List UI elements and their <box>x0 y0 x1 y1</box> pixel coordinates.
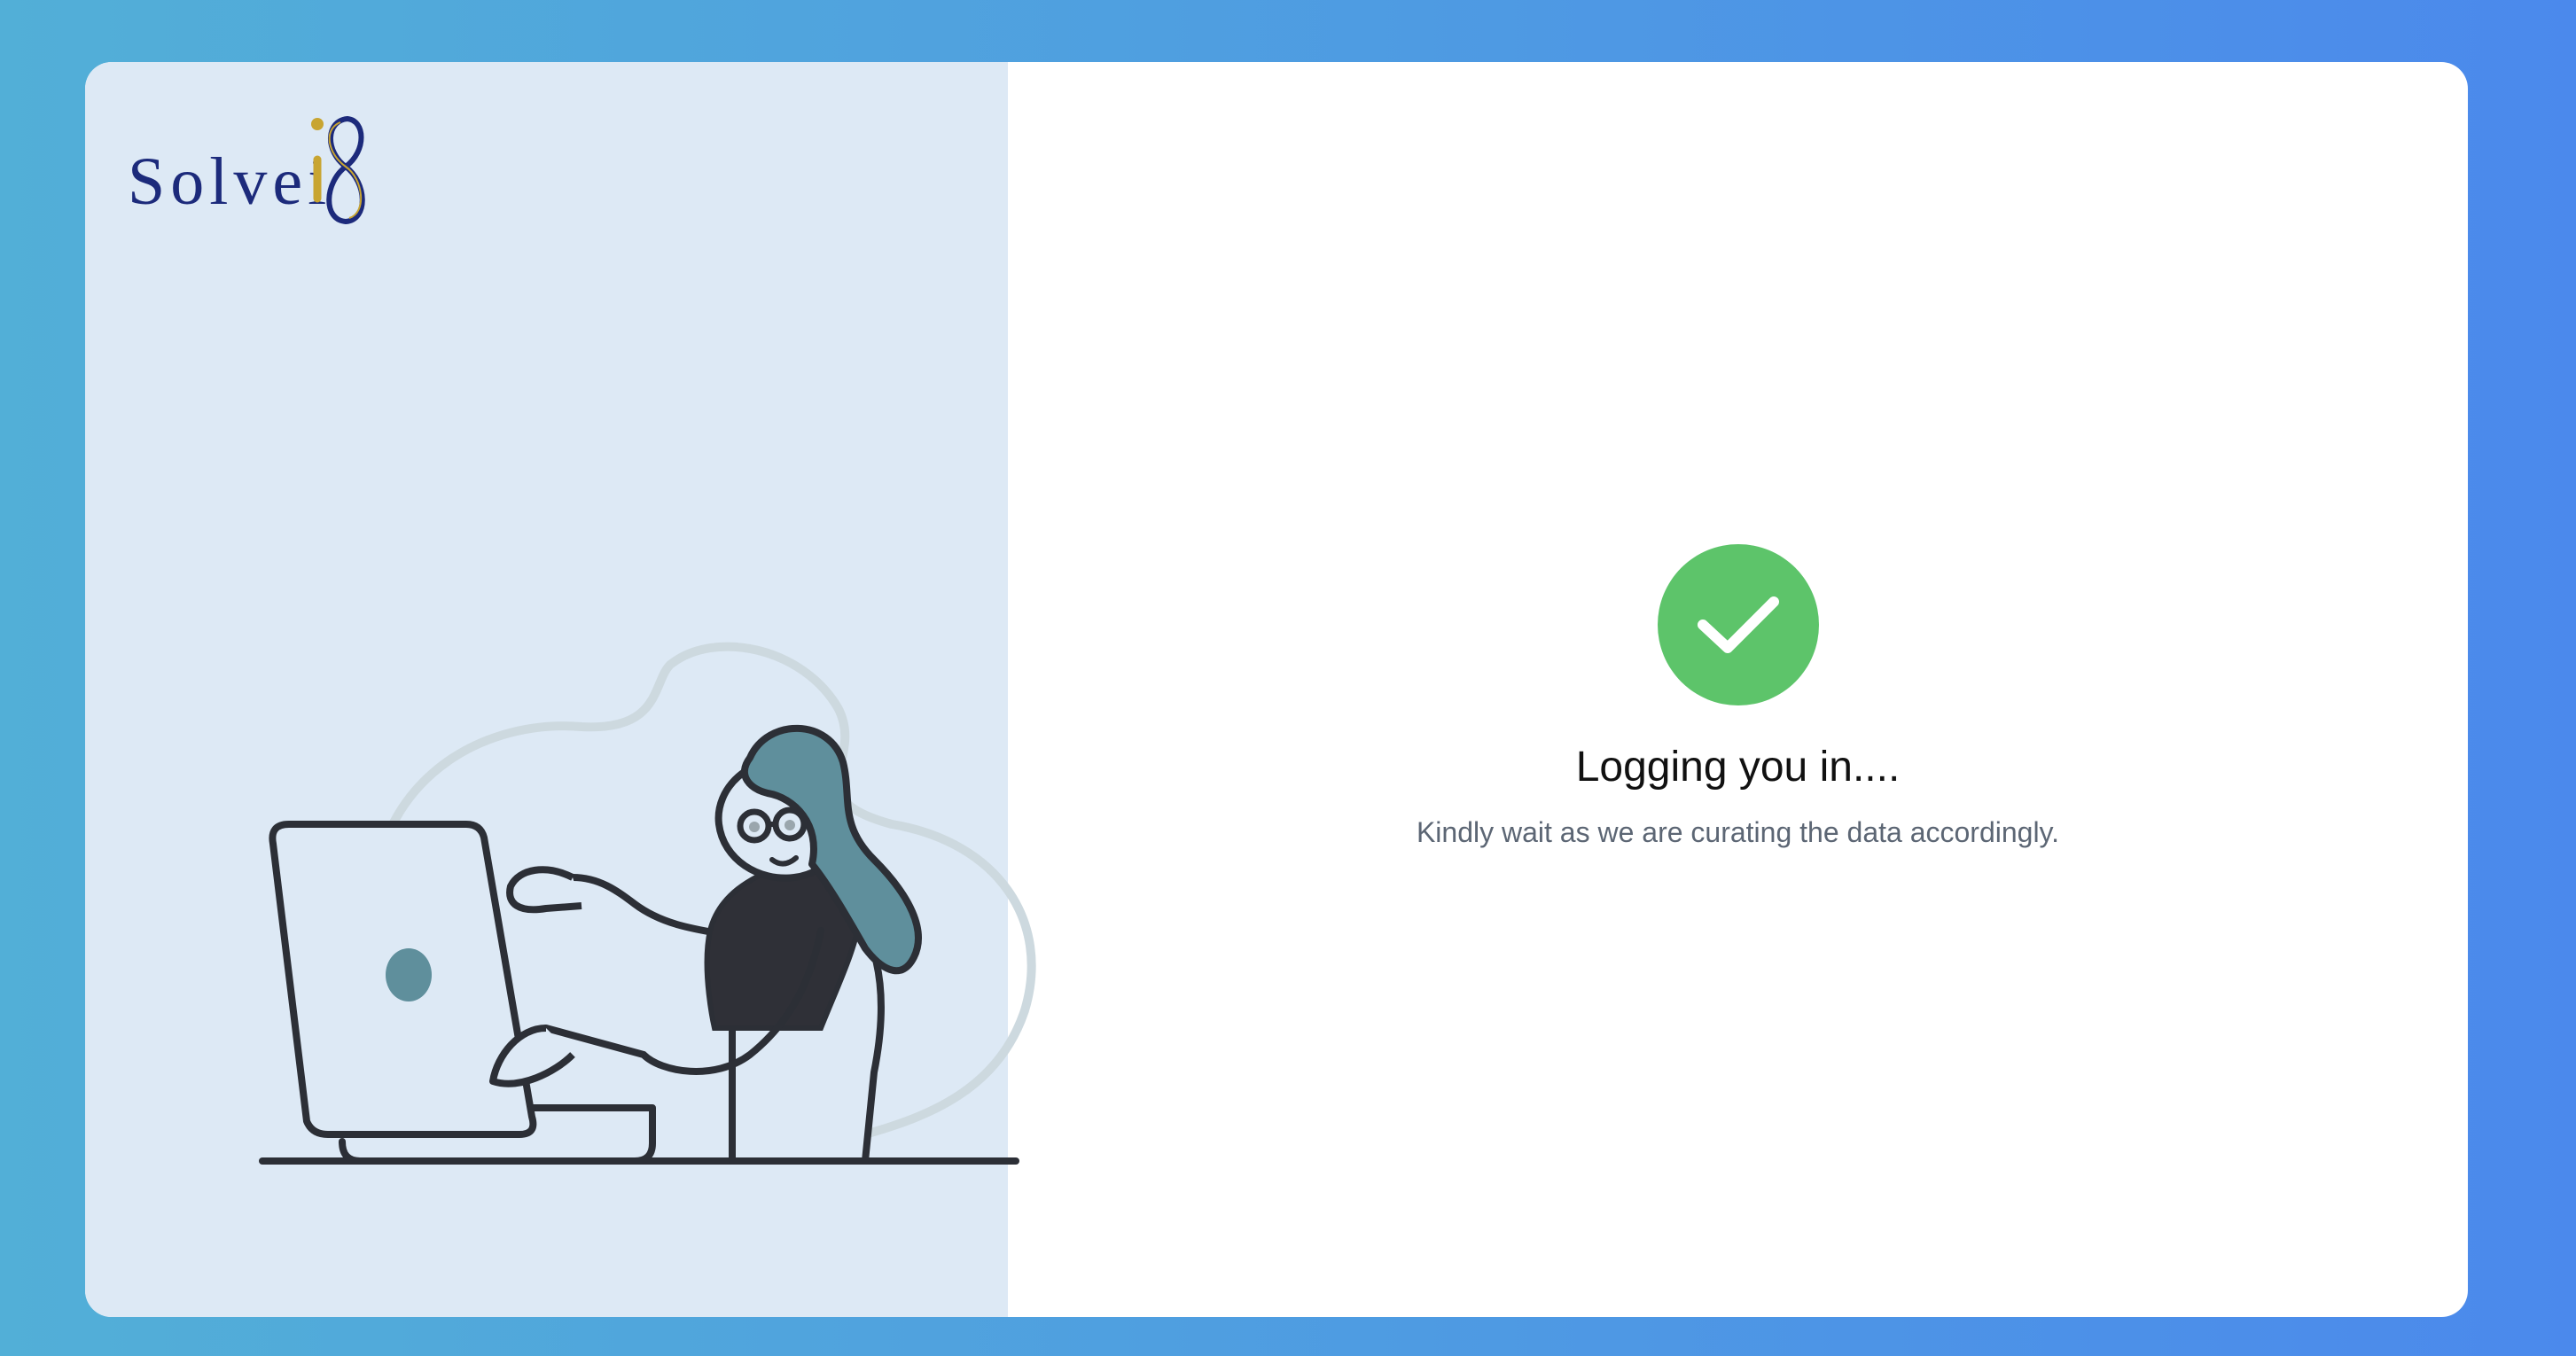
illustration-panel: Solvei <box>85 62 1036 1317</box>
login-card: Solvei Logging you in.... Kindly wait as… <box>85 62 2468 1317</box>
checkmark-icon <box>1697 596 1779 653</box>
status-panel: Logging you in.... Kindly wait as we are… <box>1008 62 2468 1317</box>
infinity-eight-icon <box>311 115 365 225</box>
brand-logo: Solvei <box>128 108 394 241</box>
person-using-laptop-illustration <box>259 642 1036 1165</box>
status-title: Logging you in.... <box>1575 744 1901 791</box>
status-message: Kindly wait as we are curating the data … <box>1416 816 2060 848</box>
login-status: Logging you in.... Kindly wait as we are… <box>1008 544 2468 849</box>
person <box>489 724 922 1165</box>
laptop <box>269 821 537 1138</box>
check-circle-icon <box>1657 544 1819 705</box>
